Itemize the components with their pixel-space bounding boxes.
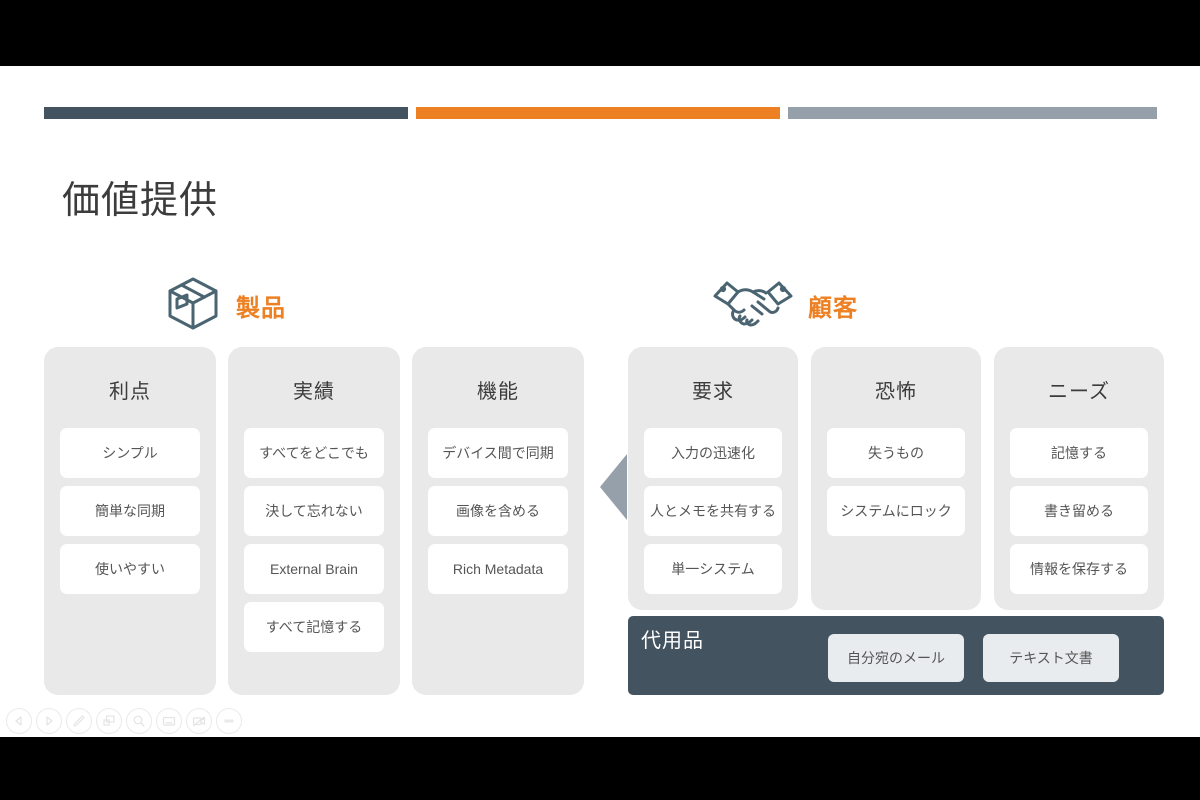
more-options-button[interactable]	[216, 708, 242, 734]
pen-icon	[73, 715, 85, 727]
presenter-toolbar	[6, 708, 242, 734]
zoom-button[interactable]	[126, 708, 152, 734]
annotate-button[interactable]	[66, 708, 92, 734]
triangle-right-icon	[46, 716, 53, 726]
page-title: 価値提供	[62, 180, 219, 222]
captions-button[interactable]	[156, 708, 182, 734]
substitutes-label: 代用品	[641, 630, 704, 652]
column-panel-features: 機能 デバイス間で同期 画像を含める Rich Metadata	[412, 347, 584, 695]
column-panel-needs: ニーズ 記憶する 書き留める 情報を保存する	[994, 347, 1164, 610]
slides-icon	[103, 715, 115, 726]
handshake-icon	[712, 278, 794, 333]
column-item[interactable]: 記憶する	[1010, 428, 1148, 478]
column-item[interactable]: 決して忘れない	[244, 486, 384, 536]
column-title: 恐怖	[875, 381, 917, 403]
letterbox-top	[0, 0, 1200, 66]
previous-slide-button[interactable]	[6, 708, 32, 734]
column-item[interactable]: 画像を含める	[428, 486, 568, 536]
section-label-customer: 顧客	[808, 295, 858, 322]
next-slide-button[interactable]	[36, 708, 62, 734]
ellipsis-icon	[224, 719, 234, 723]
column-item[interactable]: 簡単な同期	[60, 486, 200, 536]
column-item[interactable]: シンプル	[60, 428, 200, 478]
column-title: ニーズ	[1048, 381, 1110, 403]
column-item[interactable]: 失うもの	[827, 428, 965, 478]
slide-canvas: 価値提供 製品 顧客 利点 シンプル 簡単な同期 使いやすい 実績 すべてをどこ…	[0, 66, 1200, 737]
magnifier-icon	[133, 715, 145, 727]
column-panel-benefits: 利点 シンプル 簡単な同期 使いやすい	[44, 347, 216, 695]
column-panel-fears: 恐怖 失うもの システムにロック	[811, 347, 981, 610]
box-icon	[164, 274, 222, 337]
column-item[interactable]: 人とメモを共有する	[644, 486, 782, 536]
column-title: 実績	[293, 381, 335, 403]
column-item[interactable]: 書き留める	[1010, 486, 1148, 536]
section-header-customer: 顧客	[712, 278, 858, 333]
column-item[interactable]: 単一システム	[644, 544, 782, 594]
video-off-icon	[192, 716, 206, 727]
column-title: 利点	[109, 381, 151, 403]
column-panel-proof: 実績 すべてをどこでも 決して忘れない External Brain すべて記憶…	[228, 347, 400, 695]
accent-bar-gray	[788, 107, 1157, 119]
column-item[interactable]: Rich Metadata	[428, 544, 568, 594]
substitutes-chip-group: 自分宛のメール テキスト文書	[828, 634, 1119, 682]
slide-overview-button[interactable]	[96, 708, 122, 734]
column-item[interactable]: すべて記憶する	[244, 602, 384, 652]
column-title: 要求	[692, 381, 734, 403]
column-item[interactable]: システムにロック	[827, 486, 965, 536]
substitute-item[interactable]: テキスト文書	[983, 634, 1119, 682]
triangle-left-icon	[600, 454, 627, 520]
presentation-stage: 価値提供 製品 顧客 利点 シンプル 簡単な同期 使いやすい 実績 すべてをどこ…	[0, 0, 1200, 800]
column-title: 機能	[477, 381, 519, 403]
section-label-product: 製品	[236, 295, 286, 322]
substitutes-bar: 代用品 自分宛のメール テキスト文書	[628, 616, 1164, 695]
accent-bar-orange	[416, 107, 780, 119]
column-item[interactable]: 入力の迅速化	[644, 428, 782, 478]
accent-bar-dark	[44, 107, 408, 119]
substitute-item[interactable]: 自分宛のメール	[828, 634, 964, 682]
column-item[interactable]: External Brain	[244, 544, 384, 594]
column-item[interactable]: 使いやすい	[60, 544, 200, 594]
column-item[interactable]: すべてをどこでも	[244, 428, 384, 478]
letterbox-bottom	[0, 737, 1200, 800]
accent-bar-group	[44, 107, 1157, 119]
column-item[interactable]: デバイス間で同期	[428, 428, 568, 478]
triangle-left-icon	[15, 716, 22, 726]
section-header-product: 製品	[164, 274, 286, 337]
column-panel-wants: 要求 入力の迅速化 人とメモを共有する 単一システム	[628, 347, 798, 610]
column-item[interactable]: 情報を保存する	[1010, 544, 1148, 594]
camera-off-button[interactable]	[186, 708, 212, 734]
caption-icon	[162, 716, 176, 726]
